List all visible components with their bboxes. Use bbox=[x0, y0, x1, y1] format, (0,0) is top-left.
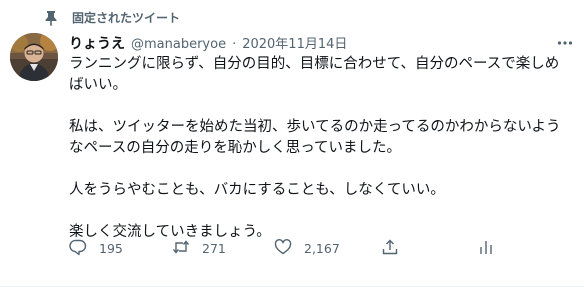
more-options-icon[interactable] bbox=[556, 34, 574, 52]
pinned-indicator: 固定されたツイート bbox=[44, 9, 180, 26]
analytics-button[interactable] bbox=[477, 238, 495, 259]
tweet-date[interactable]: 2020年11月14日 bbox=[242, 33, 347, 52]
pinned-label: 固定されたツイート bbox=[72, 11, 181, 25]
share-icon bbox=[381, 238, 399, 259]
retweet-icon bbox=[172, 238, 190, 259]
display-name[interactable]: りょうえ bbox=[69, 33, 125, 53]
retweet-button[interactable]: 271 bbox=[172, 238, 226, 259]
tweet-header: りょうえ @manaberyoe · 2020年11月14日 bbox=[69, 33, 347, 53]
tweet-text: ランニングに限らず、自分の目的、目標に合わせて、自分のペースで楽しめばいい。 私… bbox=[69, 54, 569, 264]
like-count: 2,167 bbox=[304, 240, 340, 256]
retweet-count: 271 bbox=[202, 240, 226, 256]
analytics-icon bbox=[477, 238, 495, 259]
avatar[interactable] bbox=[10, 33, 58, 81]
reply-button[interactable]: 195 bbox=[69, 238, 123, 259]
share-button[interactable] bbox=[381, 238, 399, 259]
tweet-paragraph: 人をうらやむことも、バカにすることも、しなくていい。 bbox=[69, 182, 445, 198]
tweet-paragraph: ランニングに限らず、自分の目的、目標に合わせて、自分のペースで楽しめばいい。 bbox=[69, 56, 560, 93]
user-handle[interactable]: @manaberyoe bbox=[131, 37, 226, 52]
like-button[interactable]: 2,167 bbox=[274, 238, 340, 259]
reply-icon bbox=[69, 238, 87, 259]
heart-icon bbox=[274, 238, 292, 259]
pin-icon bbox=[44, 10, 58, 26]
tweet-card[interactable]: 固定されたツイート りょうえ @manaberyoe · 2020年11月14日 bbox=[0, 0, 584, 287]
separator-dot: · bbox=[232, 37, 237, 52]
reply-count: 195 bbox=[99, 240, 123, 256]
tweet-paragraph: 私は、ツイッターを始めた当初、歩いてるのか走ってるのかわからないようなペースの自… bbox=[69, 119, 561, 156]
